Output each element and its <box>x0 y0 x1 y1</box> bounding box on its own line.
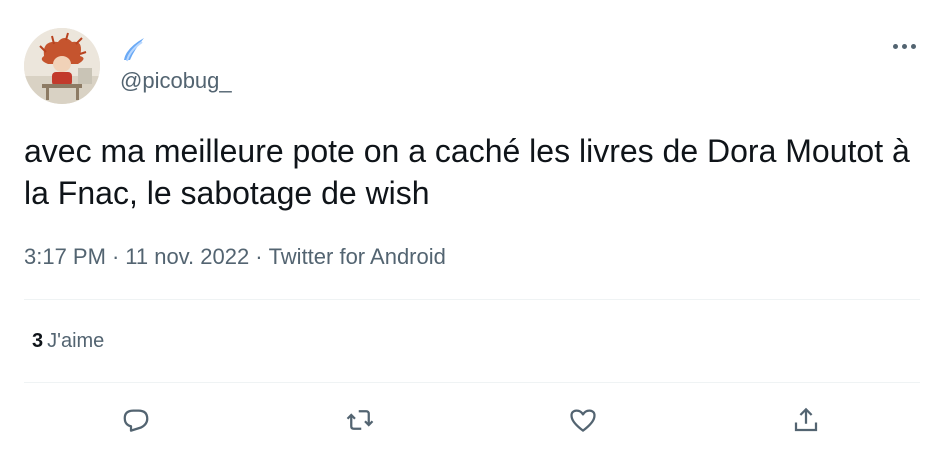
avatar[interactable] <box>24 28 100 104</box>
likes-stat[interactable]: 3 J'aime <box>32 328 104 354</box>
tweet-text: avec ma meilleure pote on a caché les li… <box>24 133 910 211</box>
more-dot-icon <box>910 43 916 49</box>
meta-separator: · <box>111 244 120 269</box>
tweet-time[interactable]: 3:17 PM <box>24 244 106 269</box>
likes-label: J'aime <box>47 330 105 352</box>
reply-button[interactable] <box>116 400 156 440</box>
tweet-date[interactable]: 11 nov. 2022 <box>125 244 249 269</box>
likes-count: 3 <box>32 330 44 352</box>
comet-icon <box>124 38 144 62</box>
retweet-icon <box>346 410 374 430</box>
share-icon <box>794 407 818 432</box>
avatar-image <box>24 28 100 104</box>
retweet-button[interactable] <box>340 400 380 440</box>
divider <box>24 382 920 383</box>
share-button[interactable] <box>786 400 826 440</box>
reply-icon <box>123 409 149 432</box>
meta-separator: · <box>255 244 263 269</box>
tweet-meta: 3:17 PM · 11 nov. 2022 · Twitter for Android <box>24 242 446 272</box>
more-options-button[interactable] <box>888 34 920 58</box>
more-dot-icon <box>901 43 907 49</box>
divider <box>24 299 920 300</box>
tweet-card: @picobug_ avec ma meilleure pote on a ca… <box>0 0 950 458</box>
display-name-icon[interactable] <box>120 34 150 64</box>
heart-icon <box>570 409 596 432</box>
author-handle[interactable]: @picobug_ <box>120 68 232 94</box>
more-dot-icon <box>892 43 898 49</box>
like-button[interactable] <box>563 400 603 440</box>
tweet-source[interactable]: Twitter for Android <box>269 244 446 269</box>
